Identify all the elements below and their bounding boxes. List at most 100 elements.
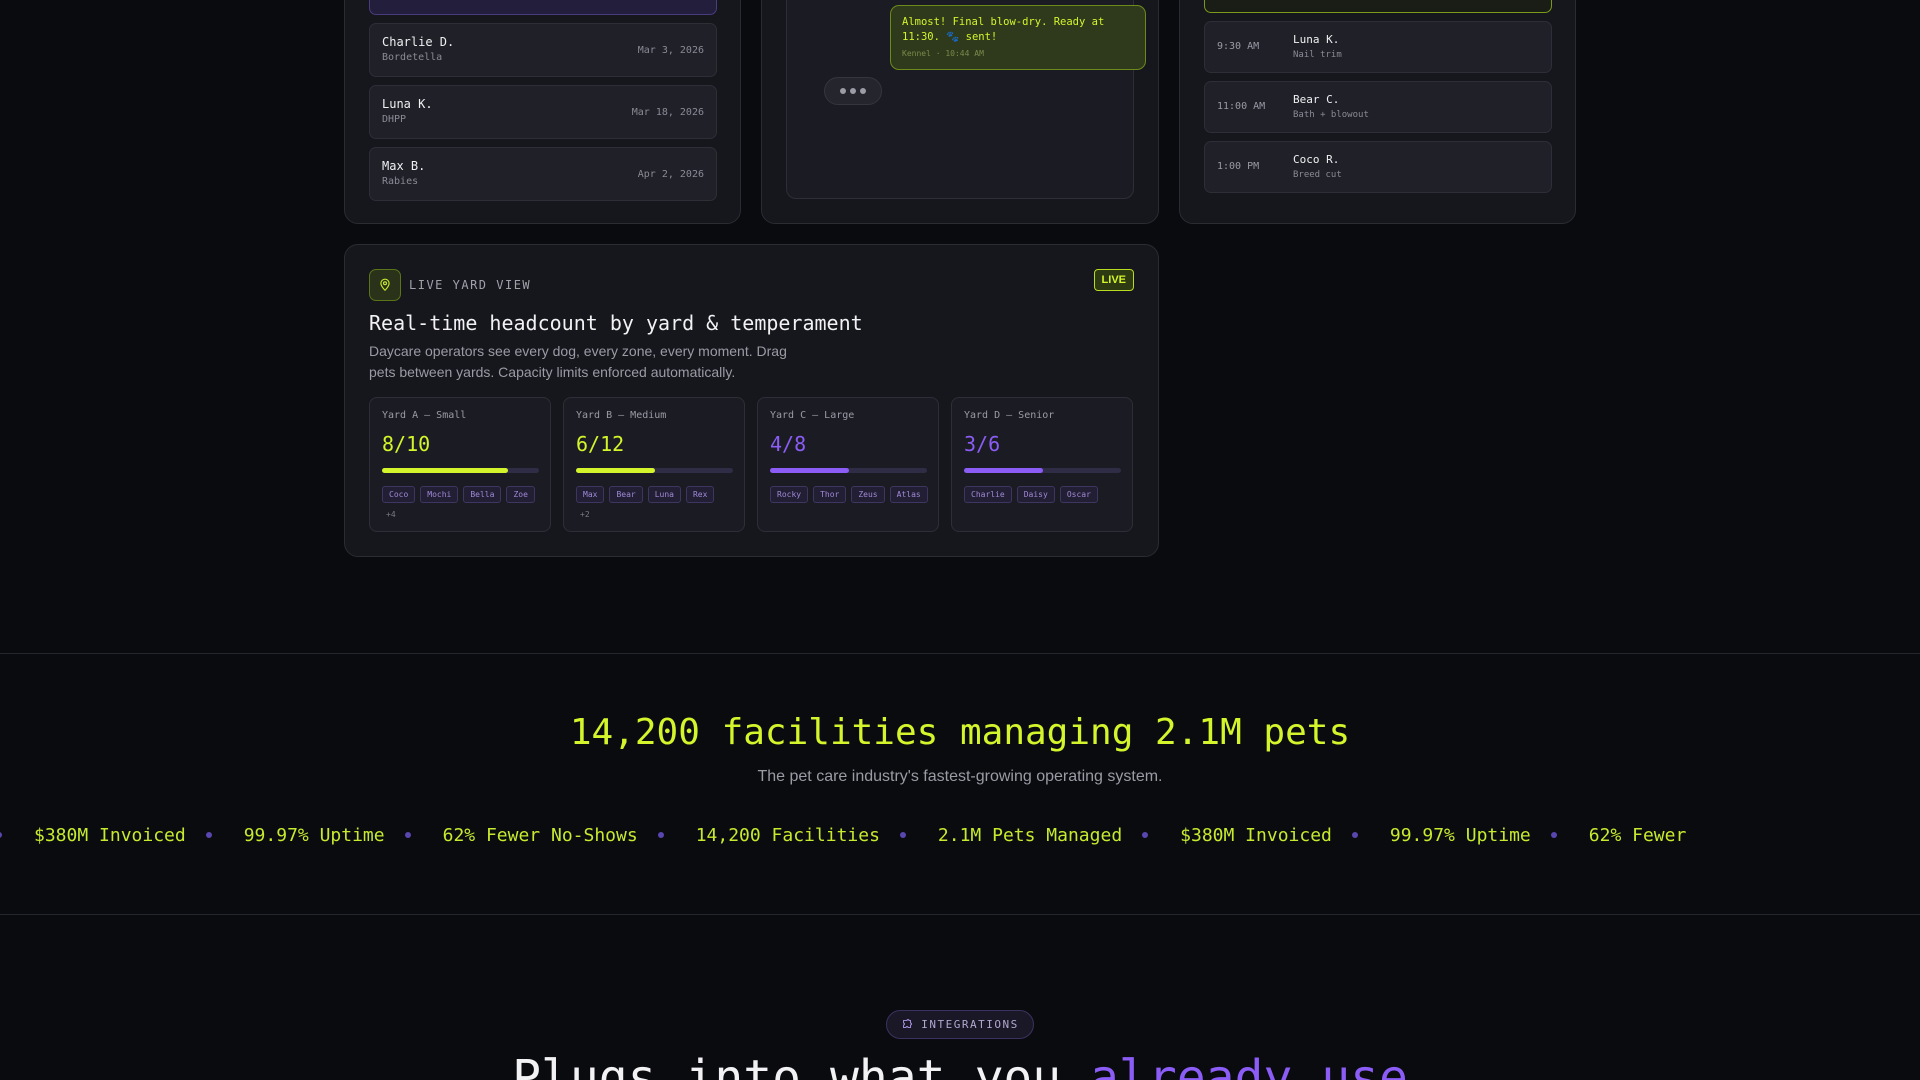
ticker-dot [1142,832,1149,838]
pet-tag[interactable]: Bella [463,486,502,503]
capacity-fill [576,468,655,473]
vaccine-name: Rabies [382,176,419,187]
integrations-title-accent: already use [1090,1050,1408,1080]
ticker-stat: $380M Invoiced [34,824,186,846]
section-label: LIVE YARD VIEW [409,278,532,292]
pet-tag[interactable]: Thor [813,486,847,503]
pet-tag[interactable]: Daisy [1016,486,1055,503]
yard-capacity: 8/10 [382,432,431,456]
pet-tag[interactable]: Mochi [420,486,459,503]
stats-headline: 14,200 facilities managing 2.1M pets [569,712,1351,753]
schedule-row-active[interactable] [1204,0,1552,13]
yard-name: Yard D — Senior [964,410,1055,421]
pet-name: Luna K. [1293,33,1340,46]
card-title: Real-time headcount by yard & temperamen… [369,311,863,335]
capacity-bar [770,468,927,473]
vaccination-row-active[interactable] [369,0,717,15]
yard-zone-card[interactable]: Yard B — Medium 6/12 Max Bear Luna Rex +2 [563,397,745,532]
yard-zone-card[interactable]: Yard A — Small 8/10 Coco Mochi Bella Zoe +4 [369,397,551,532]
appointment-time: 1:00 PM [1217,161,1260,172]
pet-tag[interactable]: Max [576,486,605,503]
pet-tag[interactable]: Rex [685,486,715,503]
pet-tag[interactable]: Zeus [851,486,885,503]
ticker-stat: 62% Fewer [1588,824,1687,846]
appointment-row[interactable]: 9:30 AM Luna K. Nail trim [1204,21,1552,73]
chat-message-meta: Kennel · 10:44 AM [902,49,984,58]
due-date: Mar 18, 2026 [631,107,704,118]
pet-tag[interactable]: Atlas [889,486,928,503]
pet-tag[interactable]: Luna [647,486,681,503]
capacity-bar [382,468,539,473]
ticker-stat: $380M Invoiced [1180,824,1332,846]
pet-name: Charlie D. [382,35,455,49]
yard-zone-card[interactable]: Yard C — Large 4/8 Rocky Thor Zeus Atlas [757,397,939,532]
ticker-stat: 2.1M Pets Managed [937,824,1123,846]
yard-name: Yard A — Small [382,410,467,421]
ticker-item: 62% Fewer [1550,824,1707,846]
vaccination-row[interactable]: Charlie D. Bordetella Mar 3, 2026 [369,23,717,77]
chat-message-bubble: Almost! Final blow-dry. Ready at 11:30. … [890,5,1146,70]
capacity-fill [770,468,849,473]
ticker-dot [1550,832,1557,838]
capacity-fill [964,468,1043,473]
appointment-row[interactable]: 11:00 AM Bear C. Bath + blowout [1204,81,1552,133]
pet-tags: Charlie Daisy Oscar [964,486,1129,503]
more-pets-count: +2 [580,510,590,519]
messaging-card: Almost! Final blow-dry. Ready at 11:30. … [761,0,1159,224]
vaccine-name: DHPP [382,114,407,125]
pet-name: Bear C. [1293,93,1340,106]
typing-dot [850,88,856,94]
section-divider [0,653,1920,654]
vaccination-row[interactable]: Luna K. DHPP Mar 18, 2026 [369,85,717,139]
typing-dot [860,88,866,94]
ticker-stat: 99.97% Uptime [1389,824,1531,846]
yard-zone-card[interactable]: Yard D — Senior 3/6 Charlie Daisy Oscar [951,397,1133,532]
stats-subtitle: The pet care industry's fastest-growing … [757,768,1163,785]
pet-tag[interactable]: Coco [382,486,416,503]
ticker-item: 99.97% Uptime [205,825,405,846]
chat-message-text: Almost! Final blow-dry. Ready at 11:30. … [902,16,1105,43]
pet-name: Max B. [382,159,426,173]
vaccination-card: Charlie D. Bordetella Mar 3, 2026 Luna K… [344,0,741,224]
pet-tag[interactable]: Charlie [964,486,1012,503]
capacity-fill [382,468,508,473]
pet-tag[interactable]: Oscar [1059,486,1098,503]
pet-tag[interactable]: Rocky [770,486,809,503]
yard-name: Yard B — Medium [576,410,667,421]
ticker-dot [899,832,906,838]
due-date: Mar 3, 2026 [637,45,704,56]
integrations-title-plain: Plugs into what you [512,1050,1091,1080]
puzzle-icon [903,1018,913,1028]
pet-tag[interactable]: Zoe [506,486,535,503]
vaccination-row[interactable]: Max B. Rabies Apr 2, 2026 [369,147,717,201]
vaccine-name: Bordetella [382,52,443,63]
ticker-stat: 14,200 Facilities [695,824,880,846]
schedule-card: 9:30 AM Luna K. Nail trim 11:00 AM Bear … [1179,0,1576,224]
typing-indicator [824,77,882,105]
ticker-dot [404,832,411,838]
more-pets-count: +4 [386,510,396,519]
location-pin-icon [369,269,401,301]
yard-name: Yard C — Large [770,410,855,421]
capacity-bar [576,468,733,473]
stats-ticker: $380M Invoiced 99.97% Uptime 62% Fewer No-… [0,823,1706,847]
pet-tags: Coco Mochi Bella Zoe +4 [382,486,547,519]
ticker-item: 14,200 Facilities [657,824,900,846]
ticker-item: 62% Fewer No-Shows [404,825,658,846]
ticker-item: $380M Invoiced [0,825,206,846]
yard-capacity: 6/12 [576,432,625,456]
pet-name: Luna K. [382,97,433,111]
appointment-row[interactable]: 1:00 PM Coco R. Breed cut [1204,141,1552,193]
card-description: Daycare operators see every dog, every z… [369,343,787,380]
section-divider [0,914,1920,915]
pet-tags: Max Bear Luna Rex +2 [576,486,741,519]
service-name: Bath + blowout [1293,110,1369,120]
capacity-bar [964,468,1121,473]
appointment-time: 11:00 AM [1217,101,1266,112]
chat-window: Almost! Final blow-dry. Ready at 11:30. … [786,0,1146,199]
pet-tag[interactable]: Bear [609,486,643,503]
live-yard-card: LIVE YARD VIEW LIVE Real-time headcount … [344,244,1159,557]
appointment-time: 9:30 AM [1217,41,1260,52]
yard-capacity: 3/6 [964,432,1001,456]
integrations-pill: INTEGRATIONS [886,1010,1034,1039]
